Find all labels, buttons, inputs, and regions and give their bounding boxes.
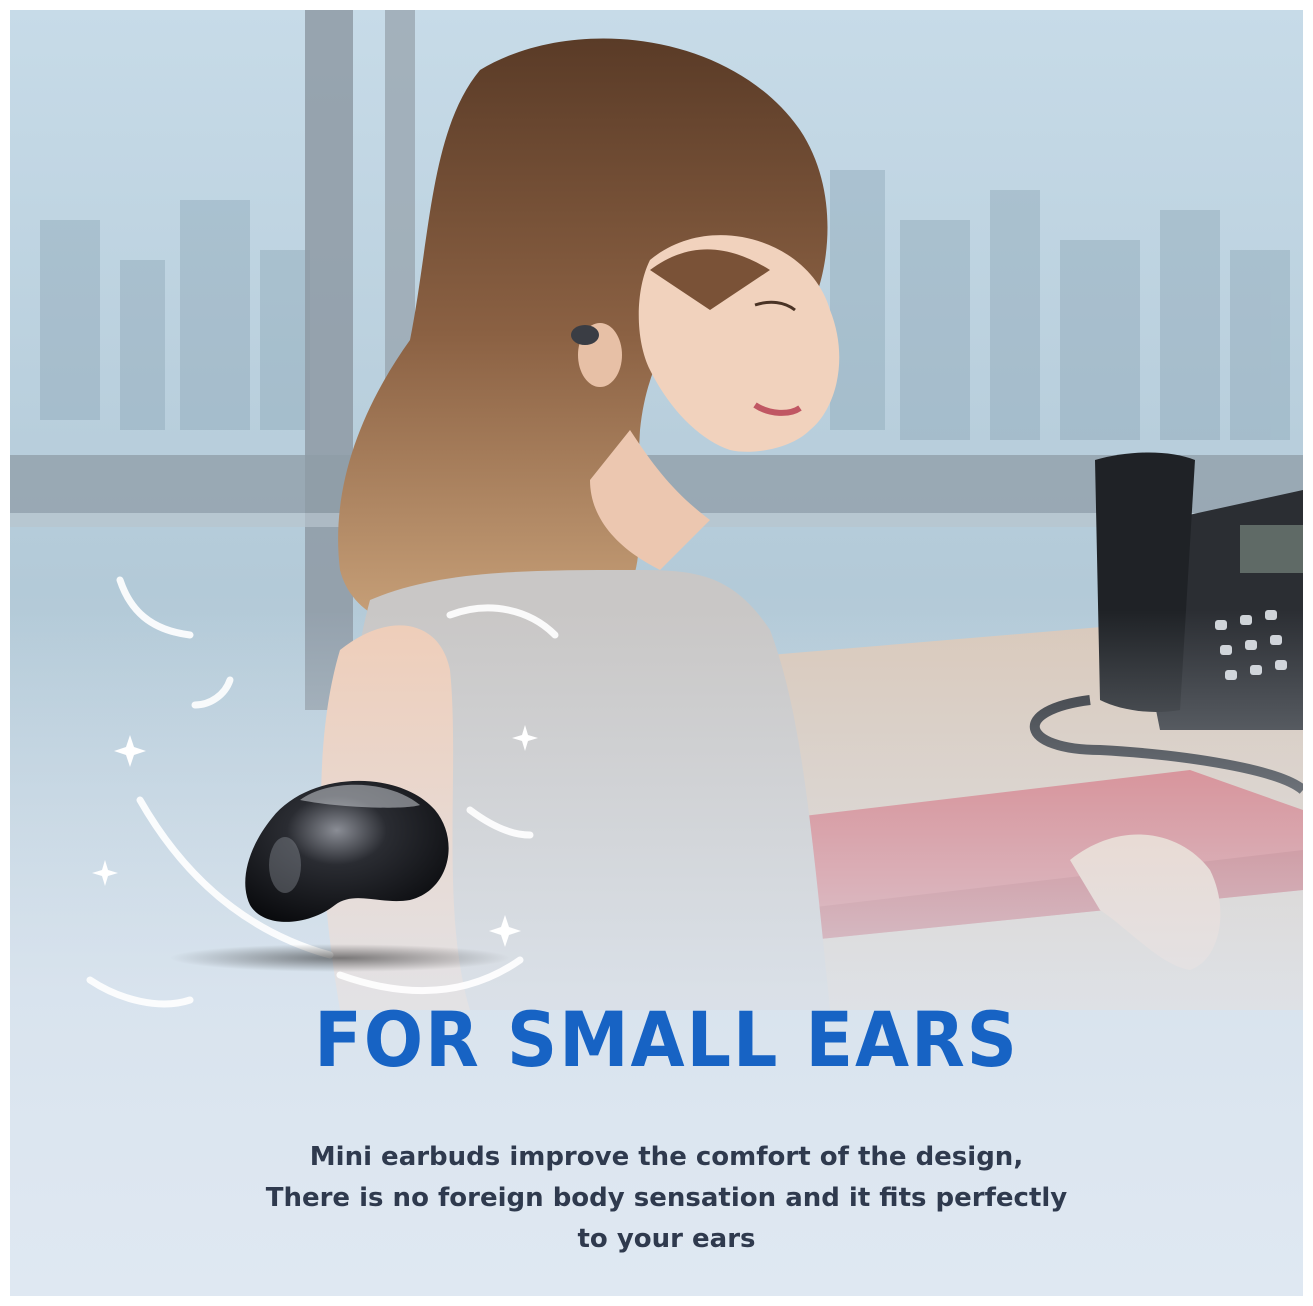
caption: Mini earbuds improve the comfort of the … <box>10 1137 1303 1260</box>
earbud-in-ear <box>571 325 599 345</box>
window-mullion <box>305 10 353 710</box>
caption-line: to your ears <box>577 1224 756 1254</box>
product-banner: FOR SMALL EARS Mini earbuds improve the … <box>10 10 1303 1296</box>
office-scene <box>10 10 1303 1296</box>
caption-line: Mini earbuds improve the comfort of the … <box>309 1142 1024 1172</box>
caption-line: There is no foreign body sensation and i… <box>265 1183 1068 1213</box>
headline: FOR SMALL EARS <box>314 995 1019 1084</box>
